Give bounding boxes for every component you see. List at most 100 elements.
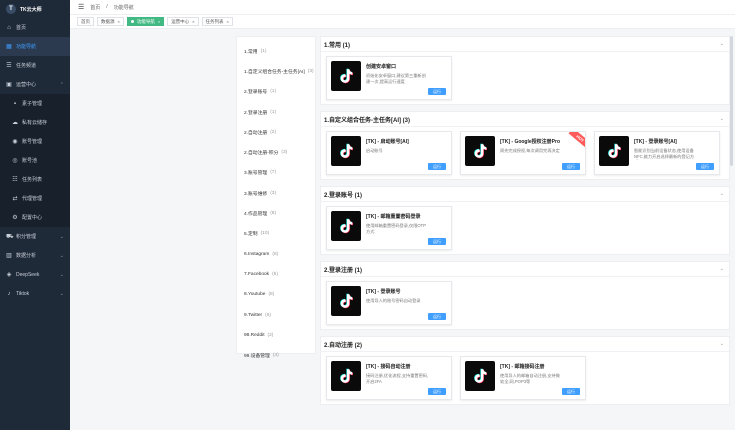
section-header[interactable]: 1.自定义组合任务-主任务[AI] (3) ⌄ <box>321 112 729 127</box>
category-item[interactable]: 2.自动注册-积分 (3) <box>237 142 315 162</box>
sidebar-item[interactable]: ◎ 账号池 <box>0 151 70 170</box>
sidebar-item-label: Tiktok <box>16 290 30 297</box>
sidebar-item-label: DeepSeek <box>16 271 40 278</box>
category-item[interactable]: 5.定制 (10) <box>237 224 315 244</box>
category-item[interactable]: 99.设备管理 (4) <box>237 345 315 365</box>
chart-icon: ▥ <box>6 253 12 259</box>
run-button[interactable]: 运行 <box>428 388 446 395</box>
function-card[interactable]: [TK] - 启动账号[AI] 启动账号 运行 <box>326 131 452 175</box>
card-body: [TK] - 接码自动注册 接码注册,优化流程,支持重置密码,开启2FA <box>366 361 447 385</box>
sidebar-item[interactable]: ♪ Tiktok ⌄ <box>0 284 70 303</box>
category-item[interactable]: 2.登录账号 (1) <box>237 82 315 102</box>
deepseek-icon: ◈ <box>6 272 12 278</box>
sidebar-item[interactable]: ⌂ 首页 <box>0 18 70 37</box>
category-count: (4) <box>272 353 279 359</box>
category-item[interactable]: 1.常用 (1) <box>237 41 315 61</box>
function-card[interactable]: [TK] - 邮箱重置密码登录 使用邮箱重置密码登录,仅限OTP方式 运行 <box>326 206 452 250</box>
page-scrollbar[interactable] <box>730 36 734 430</box>
function-card[interactable]: [TK] - 接码自动注册 接码注册,优化流程,支持重置密码,开启2FA 运行 <box>326 356 452 400</box>
category-count: (1) <box>260 48 267 54</box>
sidebar-item[interactable]: ☁ 私有云储存 <box>0 113 70 132</box>
tab-tag[interactable]: 数据源 × <box>97 17 124 26</box>
category-item[interactable]: 2.自动注册 (2) <box>237 122 315 142</box>
category-item[interactable]: 3.账号管理 (7) <box>237 163 315 183</box>
breadcrumb-home[interactable]: 首页 <box>90 4 100 11</box>
scrollbar-thumb[interactable] <box>730 36 733 166</box>
sidebar-item-label: 运营中心 <box>16 82 37 88</box>
sidebar-item-label: 代理管理 <box>22 196 43 202</box>
sidebar-item[interactable]: ☰ 任务频道 <box>0 56 70 75</box>
run-button[interactable]: 运行 <box>428 163 446 170</box>
category-item[interactable]: 7.Facebook (5) <box>237 264 315 284</box>
sidebar-item[interactable]: ▦ 功能导航 <box>0 37 70 56</box>
function-card[interactable]: [TK] - 登录账号 使用导入的账号密码自动登录 运行 <box>326 281 452 325</box>
function-card[interactable]: [TK] - 邮箱接码注册 使用导入的邮箱自动注册,支持微软全,网,POP3等 运行 <box>460 356 586 400</box>
function-card[interactable]: [TK] - Google授权注册Pro 周先完成授权,每次调用完再决定 运行 HOT <box>460 131 586 175</box>
category-item[interactable]: 9.Twitter (5) <box>237 305 315 325</box>
tab-tag[interactable]: 首页 <box>77 17 94 26</box>
category-label: 4.作品管理 <box>244 212 268 218</box>
sidebar-item-label: 素子管理 <box>22 101 43 107</box>
category-count: (10) <box>260 231 270 237</box>
section-header[interactable]: 2.自动注册 (2) ⌄ <box>321 337 729 352</box>
function-section: 1.常用 (1) ⌄ 创建安卓窗口 初始化安卓窗口,建议第三重新创建一次,提高运行速度… <box>320 36 730 105</box>
function-card[interactable]: 创建安卓窗口 初始化安卓窗口,建议第三重新创建一次,提高运行速度 运行 <box>326 56 452 100</box>
function-card[interactable]: [TK] - 登录账号[AI] 智能识别当前设备状态,使用设备NFC,能力开启选择… <box>594 131 720 175</box>
function-section: 2.自动注册 (2) ⌄ [TK] - 接码自动注册 接码注册,优化流程,支持重置密码… <box>320 336 730 405</box>
sidebar-item[interactable]: ▣ 运营中心 ⌃ <box>0 75 70 94</box>
card-grid: 创建安卓窗口 初始化安卓窗口,建议第三重新创建一次,提高运行速度 运行 <box>321 52 729 104</box>
sidebar-item[interactable]: ⛟ 积分管理 ⌄ <box>0 227 70 246</box>
close-icon[interactable]: × <box>118 19 120 24</box>
run-button[interactable]: 运行 <box>562 163 580 170</box>
chevron-down-icon[interactable]: ⌄ <box>720 41 724 47</box>
run-button[interactable]: 运行 <box>696 163 714 170</box>
app-logo[interactable]: T TK云大师 <box>0 0 70 18</box>
close-icon[interactable]: × <box>158 19 160 24</box>
card-description: 周先完成授权,每次调用完再决定 <box>500 148 560 153</box>
category-label: 98.Reddit <box>244 332 265 338</box>
card-description: 使用导入的账号密码自动登录 <box>366 298 421 303</box>
section-header[interactable]: 2.登录账号 (1) ⌄ <box>321 187 729 202</box>
tab-tag[interactable]: 功能导航 × <box>126 17 165 26</box>
category-item[interactable]: 1.自定义组合任务-主任务[AI] (3) <box>237 61 315 81</box>
chevron-down-icon[interactable]: ⌄ <box>720 116 724 122</box>
chevron-down-icon[interactable]: ⌄ <box>720 341 724 347</box>
menu-toggle-icon[interactable]: ☰ <box>78 3 84 11</box>
run-button[interactable]: 运行 <box>428 238 446 245</box>
grid-icon: ▦ <box>6 44 12 50</box>
section-header[interactable]: 2.登录注册 (1) ⌄ <box>321 262 729 277</box>
card-description: 使用导入的邮箱自动注册,支持微软全,网,POP3等 <box>500 373 560 384</box>
close-icon[interactable]: × <box>227 19 229 24</box>
sidebar-item[interactable]: ⇄ 代理管理 <box>0 189 70 208</box>
close-icon[interactable]: × <box>192 19 194 24</box>
category-label: 3.账号管理 <box>244 171 268 177</box>
task-icon: ☷ <box>12 177 18 183</box>
sidebar-item[interactable]: ▪ 素子管理 <box>0 94 70 113</box>
sidebar-item-label: 账号管理 <box>22 139 43 145</box>
section-header[interactable]: 1.常用 (1) ⌄ <box>321 37 729 52</box>
tab-tag[interactable]: 运营中心 × <box>167 17 199 26</box>
category-item[interactable]: 4.作品管理 (8) <box>237 203 315 223</box>
sidebar-item[interactable]: ⚙ 配置中心 <box>0 208 70 227</box>
run-button[interactable]: 运行 <box>562 388 580 395</box>
chevron-down-icon[interactable]: ⌄ <box>720 191 724 197</box>
function-section: 2.登录账号 (1) ⌄ [TK] - 邮箱重置密码登录 使用邮箱重置密码登录,仅限O… <box>320 186 730 255</box>
chevron-icon: ⌄ <box>59 290 64 297</box>
sidebar-item-label: 首页 <box>16 25 27 31</box>
category-item[interactable]: 2.登录注册 (1) <box>237 102 315 122</box>
run-button[interactable]: 运行 <box>428 88 446 95</box>
sidebar-item[interactable]: ◉ 账号管理 <box>0 132 70 151</box>
category-item[interactable]: 8.Youtube (8) <box>237 285 315 305</box>
category-item[interactable]: 6.Instagram (6) <box>237 244 315 264</box>
tiktok-icon <box>465 361 495 391</box>
sidebar-item[interactable]: ☷ 任务列表 <box>0 170 70 189</box>
chevron-down-icon[interactable]: ⌄ <box>720 266 724 272</box>
card-title: [TK] - Google授权注册Pro <box>500 139 560 145</box>
sidebar-item[interactable]: ▥ 数据分析 ⌄ <box>0 246 70 265</box>
tab-tag[interactable]: 任务列表 × <box>201 17 233 26</box>
category-item[interactable]: 98.Reddit (2) <box>237 325 315 345</box>
sidebar-item[interactable]: ◈ DeepSeek ⌄ <box>0 265 70 284</box>
category-item[interactable]: 3.账号维修 (3) <box>237 183 315 203</box>
run-button[interactable]: 运行 <box>428 313 446 320</box>
sidebar-item-label: 功能导航 <box>16 44 37 50</box>
